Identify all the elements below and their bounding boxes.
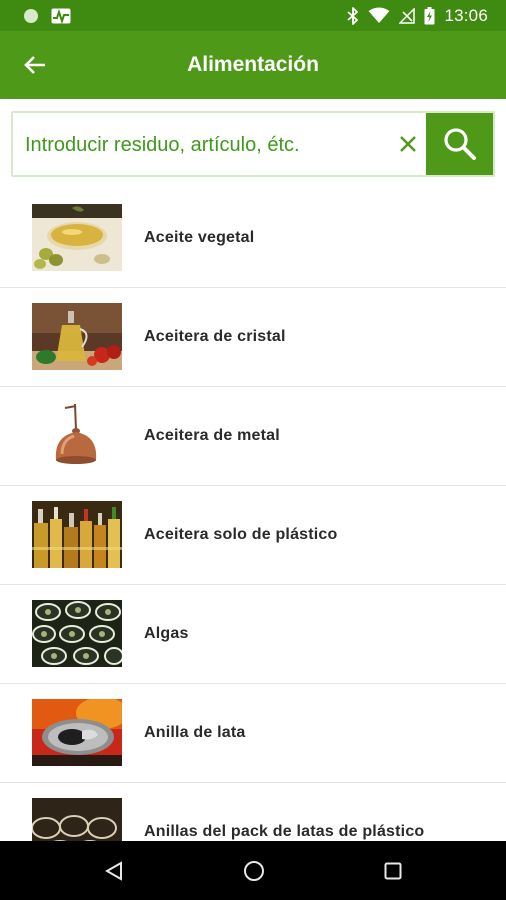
plastic-six-pack-rings-photo (32, 798, 122, 841)
activity-icon (51, 8, 71, 24)
bluetooth-icon (347, 6, 359, 25)
search-button[interactable] (426, 113, 493, 175)
search-area (0, 99, 506, 189)
status-right-icons: 13:06 (347, 5, 488, 26)
system-nav-bar (0, 841, 506, 900)
list-item[interactable]: Algas (0, 585, 506, 684)
nav-back-button[interactable] (94, 851, 134, 891)
close-icon (399, 135, 417, 153)
clear-search-button[interactable] (393, 129, 423, 159)
nav-home-button[interactable] (234, 851, 274, 891)
no-signal-icon (399, 7, 416, 24)
list-item[interactable]: Aceite vegetal (0, 189, 506, 288)
list-item-label: Aceitera de cristal (144, 328, 286, 345)
olive-oil-bowl-photo (32, 204, 122, 271)
magnifier-icon (443, 127, 477, 161)
list-item[interactable]: Anilla de lata (0, 684, 506, 783)
list-item-label: Aceite vegetal (144, 229, 255, 246)
list-item[interactable]: Aceitera solo de plástico (0, 486, 506, 585)
list-item-label: Anillas del pack de latas de plástico (144, 823, 425, 840)
search-box (11, 111, 495, 177)
sushi-rolls-photo (32, 600, 122, 667)
app-bar: Alimentación (0, 31, 506, 99)
plastic-oil-bottles-photo (32, 501, 122, 568)
status-bar: 13:06 (0, 0, 506, 31)
copper-oil-can-photo (32, 402, 122, 469)
home-circle-icon (243, 860, 265, 882)
battery-icon (424, 6, 435, 25)
circle-notification-icon (23, 8, 39, 24)
list-item-label: Aceitera de metal (144, 427, 280, 444)
recents-square-icon (384, 862, 402, 880)
list-item[interactable]: Anillas del pack de latas de plástico (0, 783, 506, 841)
search-input[interactable] (25, 125, 395, 165)
list-item-label: Aceitera solo de plástico (144, 526, 338, 543)
glass-oil-cruet-photo (32, 303, 122, 370)
page-title: Alimentación (187, 53, 319, 76)
list-item[interactable]: Aceitera de cristal (0, 288, 506, 387)
can-pull-tab-photo (32, 699, 122, 766)
list-item[interactable]: Aceitera de metal (0, 387, 506, 486)
status-time: 13:06 (444, 5, 488, 25)
app-screen: 13:06 Alimentación Introducir residuo, a… (0, 0, 506, 900)
wifi-icon (368, 7, 390, 24)
waste-items-list: Aceite vegetal Aceitera de cristal Aceit… (0, 189, 506, 841)
nav-recents-button[interactable] (373, 851, 413, 891)
back-triangle-icon (105, 861, 123, 881)
list-item-label: Algas (144, 625, 189, 642)
status-left-icons (23, 6, 71, 25)
list-item-label: Anilla de lata (144, 724, 246, 741)
